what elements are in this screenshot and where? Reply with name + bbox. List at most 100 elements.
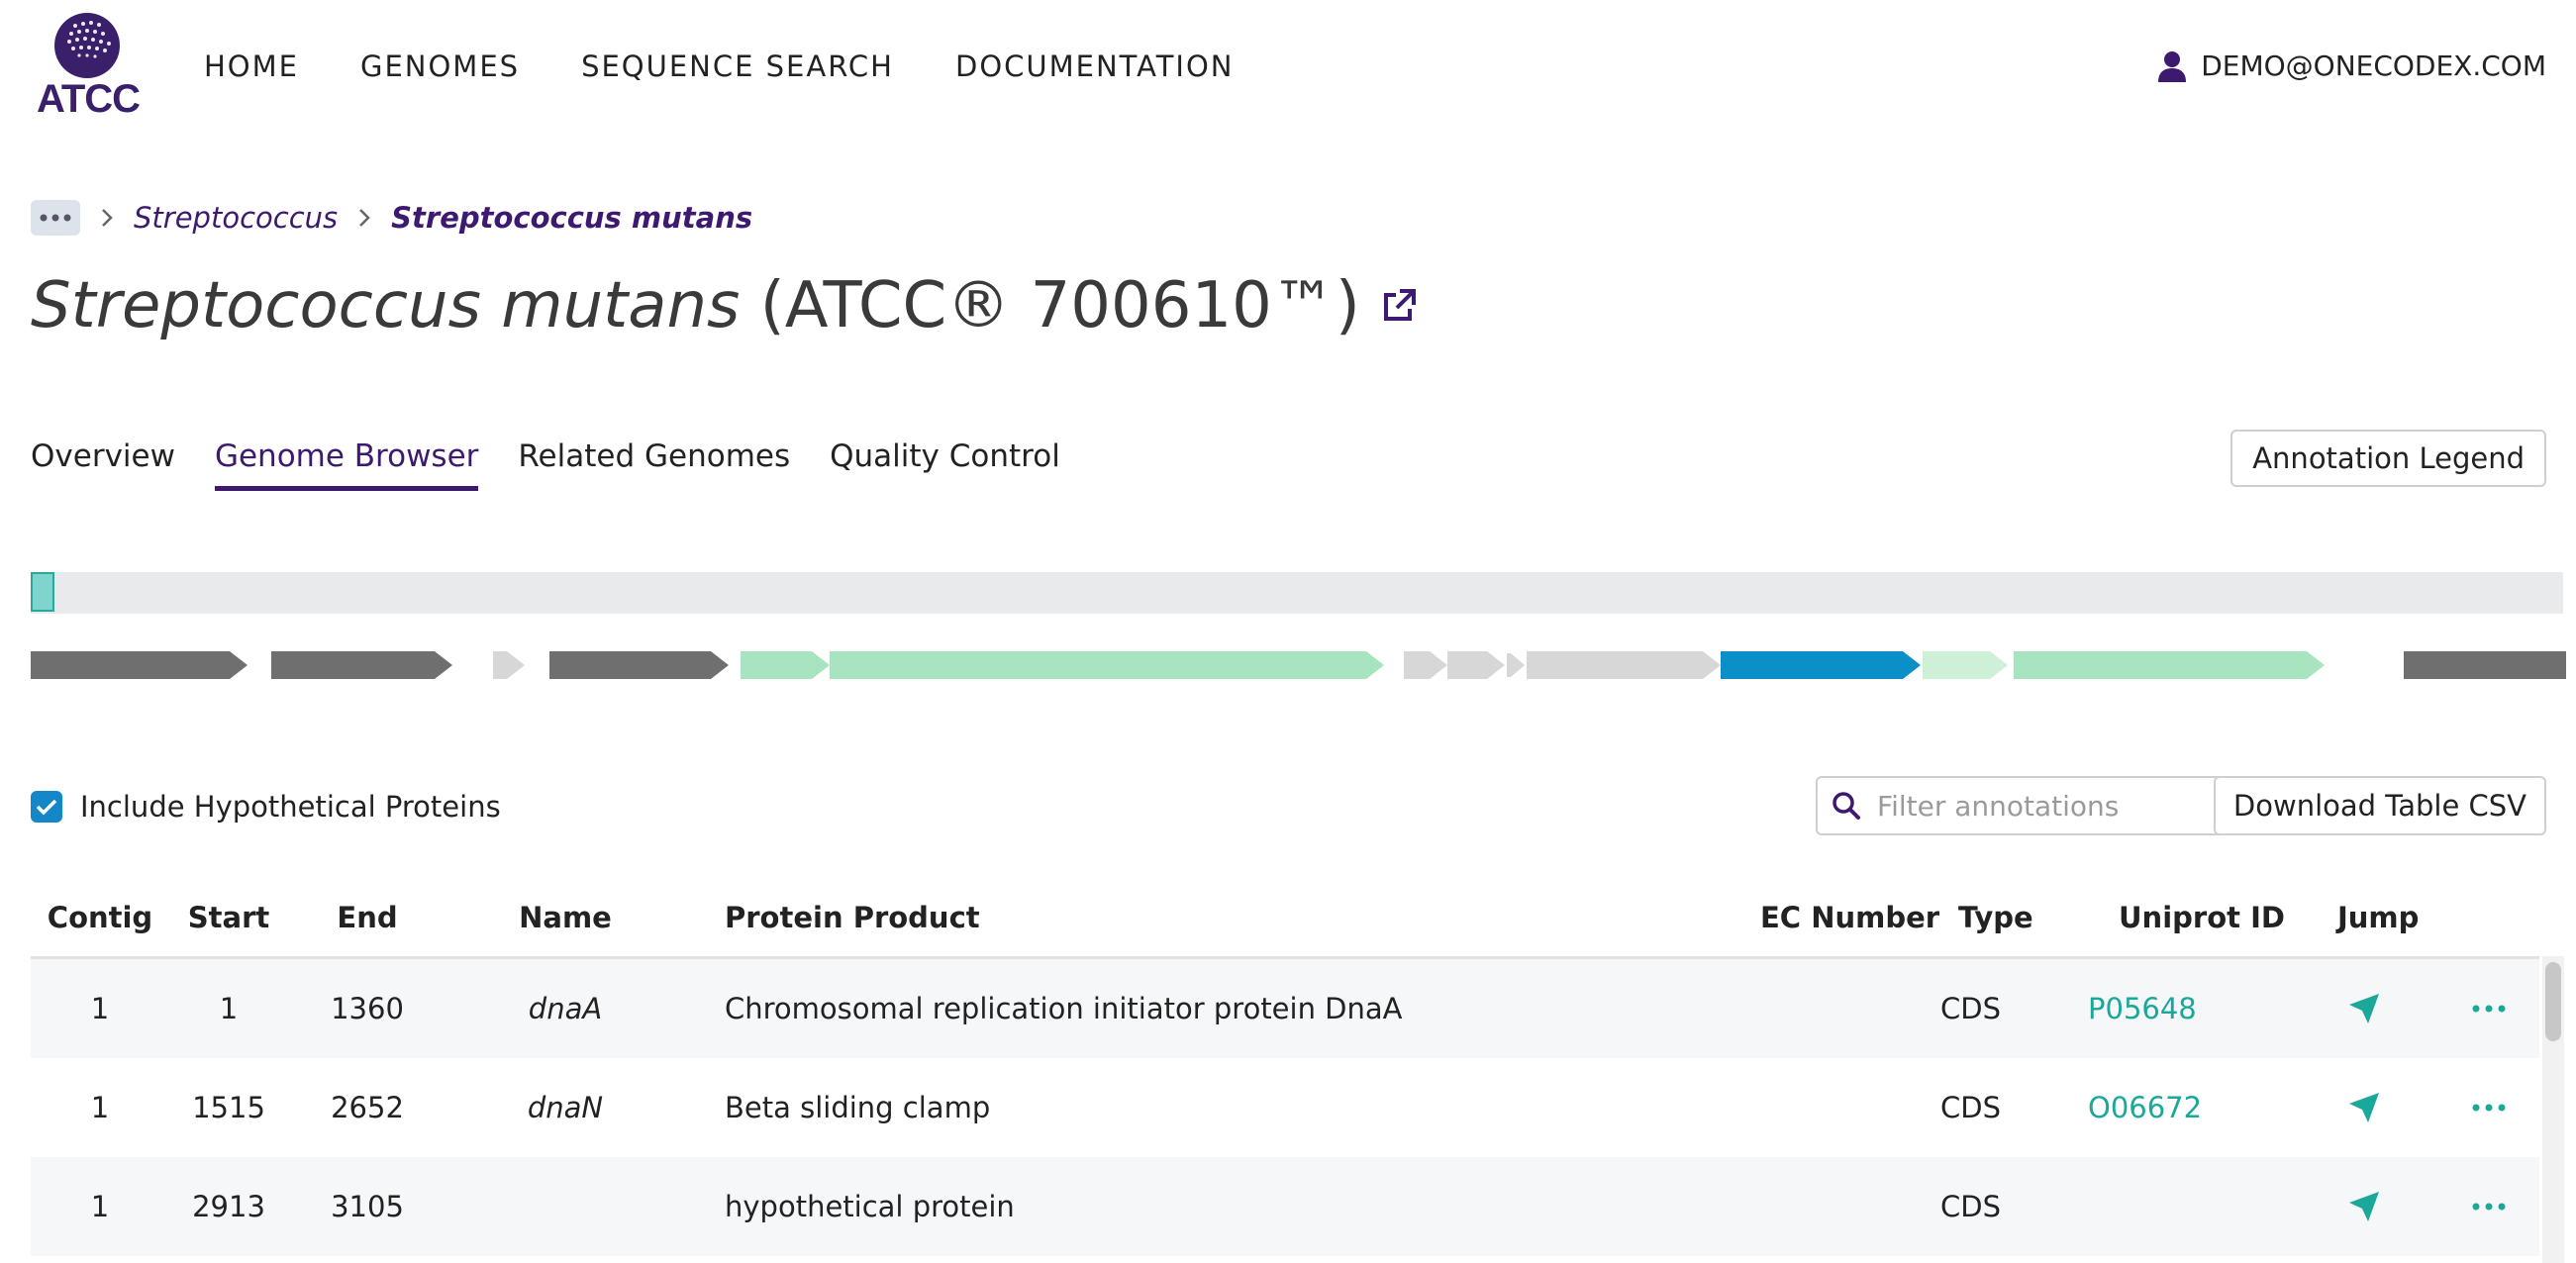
gene-arrow[interactable] xyxy=(1507,653,1525,677)
row-more-button[interactable] xyxy=(2472,1058,2506,1157)
nav-sequence-search[interactable]: SEQUENCE SEARCH xyxy=(581,49,894,83)
genome-viewport-handle[interactable] xyxy=(31,572,54,612)
cell-uniprot-link[interactable]: P05648 xyxy=(2088,959,2197,1058)
atcc-globe-icon xyxy=(54,13,120,78)
cell-gene-name: dnaN xyxy=(527,1091,604,1124)
cell-start: 1515 xyxy=(192,1091,265,1124)
ellipsis-icon xyxy=(40,214,71,222)
gene-arrow[interactable] xyxy=(741,651,830,679)
col-type[interactable]: Type xyxy=(1958,879,2033,956)
col-protein-product[interactable]: Protein Product xyxy=(725,879,980,956)
col-uniprot-id[interactable]: Uniprot ID xyxy=(2119,879,2285,956)
ellipsis-icon xyxy=(2472,1104,2506,1112)
tab-genome-browser[interactable]: Genome Browser xyxy=(214,438,479,491)
gene-arrow[interactable] xyxy=(31,651,248,679)
ellipsis-icon xyxy=(2472,1203,2506,1211)
table-body: 1 1 1360 dnaA Chromosomal replication initia… xyxy=(31,959,2539,1256)
gene-track xyxy=(31,651,2566,679)
col-ec-number[interactable]: EC Number xyxy=(1760,879,1939,956)
cell-protein-product: Chromosomal replication initiator protei… xyxy=(725,992,1403,1025)
title-strain: (ATCC® 700610™) xyxy=(759,269,1360,342)
ellipsis-icon xyxy=(2472,1005,2506,1013)
chevron-right-icon xyxy=(102,209,113,227)
tab-bar: Overview Genome Browser Related Genomes … xyxy=(31,438,1060,491)
col-end[interactable]: End xyxy=(288,879,446,956)
include-hypothetical-checkbox[interactable] xyxy=(31,791,62,823)
tab-related-genomes[interactable]: Related Genomes xyxy=(518,438,790,491)
jump-button[interactable] xyxy=(2347,1058,2381,1157)
external-link-icon[interactable] xyxy=(1380,287,1418,325)
row-more-button[interactable] xyxy=(2472,1157,2506,1256)
cell-uniprot-link[interactable]: O06672 xyxy=(2088,1058,2202,1157)
table-header: Contig Start End Name Protein Product EC… xyxy=(31,879,2539,959)
gene-arrow[interactable] xyxy=(493,651,525,679)
breadcrumb-more-button[interactable] xyxy=(31,200,80,236)
annotations-table: Contig Start End Name Protein Product EC… xyxy=(31,879,2539,1256)
cell-start: 2913 xyxy=(192,1190,265,1223)
col-contig[interactable]: Contig xyxy=(31,879,169,956)
tab-overview[interactable]: Overview xyxy=(31,438,175,491)
main-nav: HOME GENOMES SEQUENCE SEARCH DOCUMENTATI… xyxy=(204,49,1235,83)
col-jump: Jump xyxy=(2337,901,2420,934)
nav-documentation[interactable]: DOCUMENTATION xyxy=(955,49,1235,83)
chevron-right-icon xyxy=(359,209,370,227)
breadcrumb: Streptococcus Streptococcus mutans xyxy=(31,200,752,236)
gene-arrow[interactable] xyxy=(1923,651,2008,679)
col-start[interactable]: Start xyxy=(169,879,288,956)
page-title: Streptococcus mutans (ATCC® 700610™) xyxy=(31,269,1418,342)
user-email: DEMO@ONECODEX.COM xyxy=(2201,49,2546,82)
cell-protein-product: Beta sliding clamp xyxy=(725,1091,991,1124)
navigate-arrow-icon xyxy=(2349,1192,2379,1221)
cell-contig: 1 xyxy=(90,1190,110,1223)
user-icon xyxy=(2158,50,2187,82)
cell-type: CDS xyxy=(1940,1091,2001,1124)
nav-genomes[interactable]: GENOMES xyxy=(360,49,520,83)
navigate-arrow-icon xyxy=(2349,1093,2379,1122)
cell-type: CDS xyxy=(1940,992,2001,1025)
breadcrumb-genus[interactable]: Streptococcus xyxy=(134,201,338,235)
logo-text: ATCC xyxy=(36,77,141,121)
cell-protein-product: hypothetical protein xyxy=(725,1190,1015,1223)
gene-arrow[interactable] xyxy=(549,651,729,679)
cell-type: CDS xyxy=(1940,1190,2001,1223)
nav-home[interactable]: HOME xyxy=(204,49,299,83)
gene-arrow[interactable] xyxy=(1404,651,1447,679)
cell-contig: 1 xyxy=(90,1091,110,1124)
gene-arrow[interactable] xyxy=(1527,651,1721,679)
navigate-arrow-icon xyxy=(2349,994,2379,1023)
table-row[interactable]: 1 1515 2652 dnaN Beta sliding clamp CDS O06672 xyxy=(31,1058,2539,1157)
search-icon xyxy=(1833,792,1860,820)
col-name[interactable]: Name xyxy=(506,879,625,956)
gene-arrow[interactable] xyxy=(1447,651,1505,679)
checkmark-icon xyxy=(36,799,57,816)
atcc-logo[interactable]: ATCC xyxy=(30,12,147,125)
gene-arrow[interactable] xyxy=(271,651,452,679)
gene-arrow[interactable] xyxy=(830,651,1384,679)
cell-end: 1360 xyxy=(331,992,404,1025)
table-row[interactable]: 1 2913 3105 hypothetical protein CDS xyxy=(31,1157,2539,1256)
table-row[interactable]: 1 1 1360 dnaA Chromosomal replication initia… xyxy=(31,959,2539,1058)
download-table-csv-button[interactable]: Download Table CSV xyxy=(2213,776,2546,835)
gene-arrow[interactable] xyxy=(2404,651,2566,679)
filter-annotations-input[interactable] xyxy=(1875,788,2206,824)
tab-quality-control[interactable]: Quality Control xyxy=(830,438,1060,491)
include-hypothetical-toggle[interactable]: Include Hypothetical Proteins xyxy=(31,790,501,824)
jump-button[interactable] xyxy=(2347,959,2381,1058)
gene-arrow[interactable] xyxy=(1721,651,1921,679)
title-species: Streptococcus mutans xyxy=(31,269,741,342)
breadcrumb-species: Streptococcus mutans xyxy=(391,201,753,235)
genome-overview-bar[interactable] xyxy=(31,572,2563,614)
cell-start: 1 xyxy=(219,992,239,1025)
cell-gene-name xyxy=(506,1157,625,1256)
cell-contig: 1 xyxy=(90,992,110,1025)
gene-arrow[interactable] xyxy=(2014,651,2325,679)
include-hypothetical-label: Include Hypothetical Proteins xyxy=(80,790,501,824)
user-menu[interactable]: DEMO@ONECODEX.COM xyxy=(2157,49,2546,82)
annotation-legend-button[interactable]: Annotation Legend xyxy=(2230,430,2546,487)
cell-gene-name: dnaA xyxy=(528,992,603,1025)
filter-annotations-field[interactable] xyxy=(1816,776,2231,835)
jump-button[interactable] xyxy=(2347,1157,2381,1256)
row-more-button[interactable] xyxy=(2472,959,2506,1058)
table-scrollbar-thumb[interactable] xyxy=(2545,962,2561,1041)
cell-end: 2652 xyxy=(331,1091,404,1124)
